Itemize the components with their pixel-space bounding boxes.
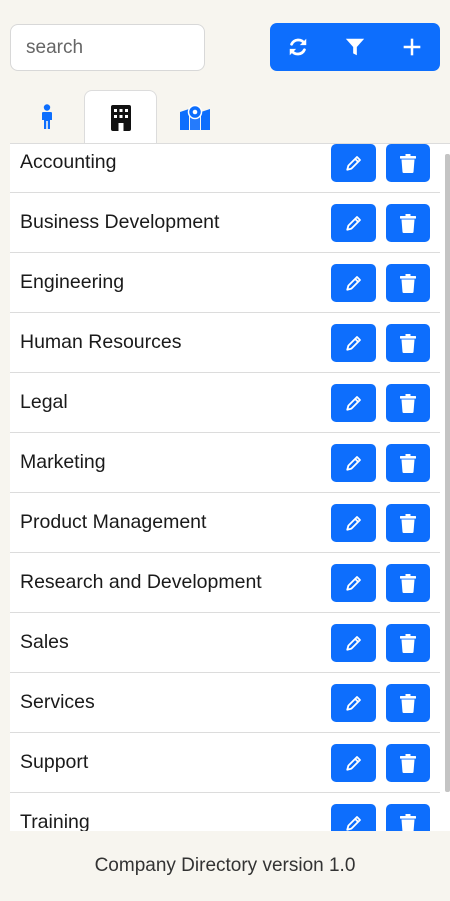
pencil-icon: [345, 336, 361, 351]
toolbar-button-group: [270, 23, 440, 71]
list-item[interactable]: Services: [10, 673, 440, 733]
trash-icon: [400, 213, 416, 233]
edit-button[interactable]: [331, 804, 376, 831]
edit-button[interactable]: [331, 264, 376, 302]
tab-departments[interactable]: [84, 90, 157, 144]
department-list-container: Accounting Business Development Engineerin…: [10, 143, 450, 831]
delete-button[interactable]: [386, 804, 430, 831]
department-name: Legal: [20, 391, 68, 413]
trash-icon: [400, 513, 416, 533]
filter-button[interactable]: [327, 23, 384, 71]
edit-button[interactable]: [331, 444, 376, 482]
edit-button[interactable]: [331, 744, 376, 782]
list-item[interactable]: Research and Development: [10, 553, 440, 613]
pencil-icon: [345, 216, 361, 231]
footer: Company Directory version 1.0: [0, 831, 450, 901]
delete-button[interactable]: [386, 384, 430, 422]
delete-button[interactable]: [386, 144, 430, 182]
pencil-icon: [345, 696, 361, 711]
person-icon: [41, 103, 52, 129]
pencil-icon: [345, 156, 361, 171]
department-name: Sales: [20, 631, 69, 653]
scrollbar[interactable]: [445, 154, 450, 792]
department-name: Research and Development: [20, 571, 262, 593]
department-name: Training: [20, 811, 90, 831]
edit-button[interactable]: [331, 204, 376, 242]
top-bar: [0, 0, 450, 90]
trash-icon: [400, 753, 416, 773]
pencil-icon: [345, 516, 361, 531]
delete-button[interactable]: [386, 264, 430, 302]
map-location-icon: [179, 104, 210, 130]
building-icon: [110, 104, 131, 131]
list-item[interactable]: Business Development: [10, 193, 440, 253]
trash-icon: [400, 153, 416, 173]
trash-icon: [400, 393, 416, 413]
trash-icon: [400, 573, 416, 593]
delete-button[interactable]: [386, 504, 430, 542]
search-input[interactable]: [10, 24, 205, 71]
edit-button[interactable]: [331, 324, 376, 362]
edit-button[interactable]: [331, 684, 376, 722]
list-item[interactable]: Human Resources: [10, 313, 440, 373]
refresh-button[interactable]: [270, 23, 327, 71]
pencil-icon: [345, 756, 361, 771]
filter-icon: [345, 38, 365, 56]
delete-button[interactable]: [386, 204, 430, 242]
add-button[interactable]: [383, 23, 440, 71]
department-name: Human Resources: [20, 331, 182, 353]
department-name: Support: [20, 751, 89, 773]
tab-personnel[interactable]: [10, 90, 83, 143]
pencil-icon: [345, 456, 361, 471]
pencil-icon: [345, 816, 361, 831]
list-item[interactable]: Accounting: [10, 144, 440, 193]
department-name: Marketing: [20, 451, 106, 473]
department-list: Accounting Business Development Engineerin…: [10, 144, 440, 831]
delete-button[interactable]: [386, 324, 430, 362]
department-name: Accounting: [20, 151, 117, 173]
footer-text: Company Directory version 1.0: [94, 855, 356, 876]
pencil-icon: [345, 636, 361, 651]
edit-button[interactable]: [331, 144, 376, 182]
list-item[interactable]: Marketing: [10, 433, 440, 493]
list-item[interactable]: Legal: [10, 373, 440, 433]
department-name: Business Development: [20, 211, 220, 233]
refresh-icon: [290, 38, 307, 56]
trash-icon: [400, 813, 416, 831]
list-item[interactable]: Engineering: [10, 253, 440, 313]
pencil-icon: [345, 276, 361, 291]
delete-button[interactable]: [386, 564, 430, 602]
trash-icon: [400, 633, 416, 653]
trash-icon: [400, 273, 416, 293]
trash-icon: [400, 453, 416, 473]
department-name: Product Management: [20, 511, 207, 533]
department-name: Services: [20, 691, 95, 713]
department-name: Engineering: [20, 271, 125, 293]
pencil-icon: [345, 396, 361, 411]
delete-button[interactable]: [386, 744, 430, 782]
list-item[interactable]: Product Management: [10, 493, 440, 553]
trash-icon: [400, 333, 416, 353]
edit-button[interactable]: [331, 384, 376, 422]
trash-icon: [400, 693, 416, 713]
delete-button[interactable]: [386, 624, 430, 662]
edit-button[interactable]: [331, 504, 376, 542]
delete-button[interactable]: [386, 444, 430, 482]
list-item[interactable]: Training: [10, 793, 440, 831]
delete-button[interactable]: [386, 684, 430, 722]
edit-button[interactable]: [331, 564, 376, 602]
list-item[interactable]: Sales: [10, 613, 440, 673]
plus-icon: [403, 38, 421, 56]
pencil-icon: [345, 576, 361, 591]
edit-button[interactable]: [331, 624, 376, 662]
list-item[interactable]: Support: [10, 733, 440, 793]
tab-bar: [10, 90, 450, 144]
tab-locations[interactable]: [158, 90, 231, 143]
